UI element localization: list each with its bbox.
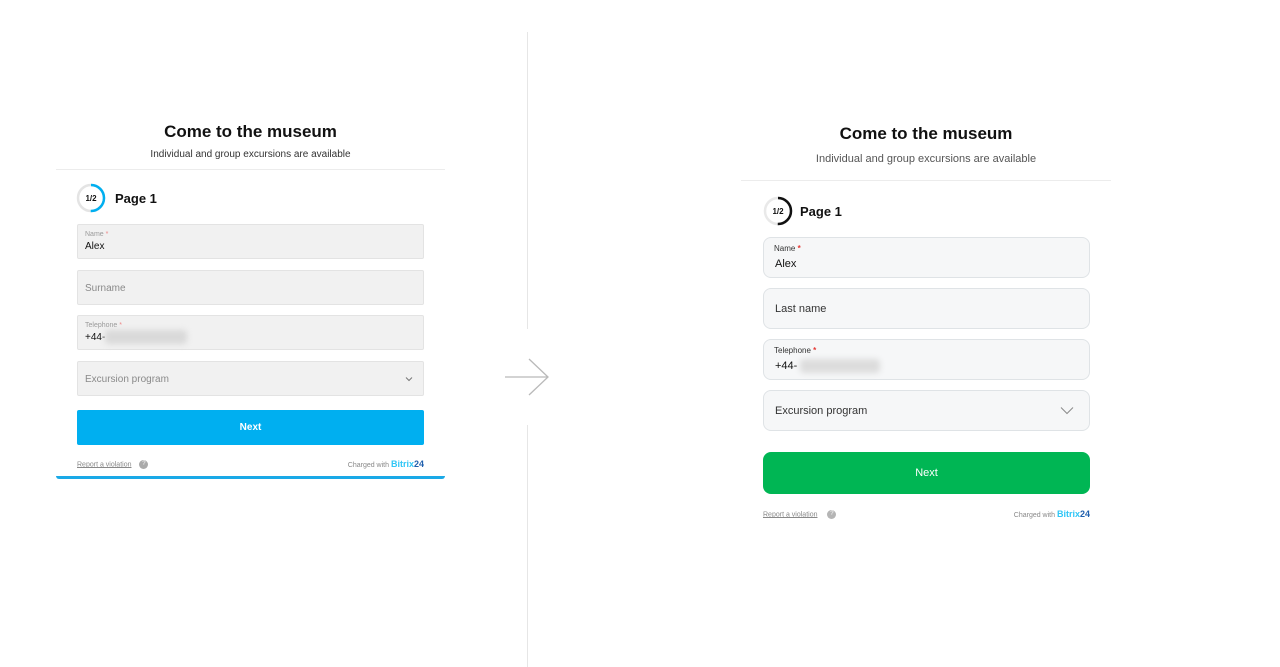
excursion-select[interactable]: Excursion program <box>77 361 424 396</box>
surname-placeholder: Surname <box>85 283 126 294</box>
new-form: Come to the museum Individual and group … <box>741 120 1111 519</box>
required-mark: * <box>813 346 817 355</box>
form-subtitle: Individual and group excursions are avai… <box>815 153 1037 165</box>
form-title: Come to the museum <box>164 122 337 141</box>
redacted-phone <box>800 359 880 373</box>
last-name-placeholder: Last name <box>775 303 827 315</box>
name-label: Name <box>85 231 104 238</box>
telephone-field[interactable]: Telephone * +44- <box>763 339 1090 380</box>
excursion-placeholder: Excursion program <box>85 374 169 385</box>
arrow-right-icon <box>505 358 549 396</box>
name-field[interactable]: Name * Alex <box>77 224 424 259</box>
page-label: Page 1 <box>800 203 842 219</box>
progress-ring-icon: 1/2 <box>76 183 106 213</box>
chevron-down-icon <box>405 377 413 382</box>
report-violation-link[interactable]: Report a violation <box>763 511 817 518</box>
charged-with: Charged with Bitrix24 <box>1014 509 1090 519</box>
telephone-label: Telephone <box>774 346 811 355</box>
page-fraction: 1/2 <box>85 194 97 203</box>
chevron-down-icon <box>1060 407 1074 415</box>
page-indicator: 1/2 Page 1 <box>76 183 157 213</box>
page-fraction: 1/2 <box>772 207 784 216</box>
name-value: Alex <box>775 258 797 270</box>
excursion-placeholder: Excursion program <box>775 405 868 417</box>
telephone-field[interactable]: Telephone * +44- <box>77 315 424 350</box>
old-form: Come to the museum Individual and group … <box>56 120 445 479</box>
page-label: Page 1 <box>115 190 157 206</box>
telephone-value: +44- <box>85 332 106 343</box>
excursion-select[interactable]: Excursion program <box>763 390 1090 431</box>
header-separator <box>741 180 1111 181</box>
bitrix-logo-number: 24 <box>1079 509 1090 519</box>
page-indicator: 1/2 Page 1 <box>763 196 842 226</box>
progress-ring-icon: 1/2 <box>763 196 793 226</box>
form-subtitle: Individual and group excursions are avai… <box>150 149 351 160</box>
help-icon[interactable]: ? <box>827 510 837 519</box>
required-mark: * <box>105 231 109 238</box>
charged-label: Charged with <box>1013 512 1056 519</box>
name-label: Name <box>774 244 796 253</box>
telephone-value: +44- <box>775 360 798 372</box>
bitrix-logo-part: Bitrix <box>390 459 414 469</box>
form-bottom-bar <box>56 476 445 479</box>
surname-field[interactable]: Surname <box>77 270 424 305</box>
next-button[interactable]: Next <box>77 410 424 445</box>
charged-label: Charged with <box>347 462 390 469</box>
last-name-field[interactable]: Last name <box>763 288 1090 329</box>
required-mark: * <box>797 244 801 253</box>
center-divider-top <box>527 32 528 329</box>
redacted-phone <box>105 330 187 344</box>
required-mark: * <box>119 322 122 329</box>
form-title: Come to the museum <box>839 124 1013 143</box>
center-divider-bottom <box>527 425 528 667</box>
report-violation-link[interactable]: Report a violation <box>77 461 131 468</box>
next-button[interactable]: Next <box>763 452 1090 494</box>
name-value: Alex <box>85 241 105 252</box>
charged-with: Charged with Bitrix24 <box>348 459 424 469</box>
bitrix-logo-part: Bitrix <box>1056 509 1080 519</box>
form-footer: Report a violation ? Charged with Bitrix… <box>77 459 424 469</box>
help-icon[interactable]: ? <box>139 460 149 469</box>
name-field[interactable]: Name * Alex <box>763 237 1090 278</box>
header-separator <box>56 169 445 170</box>
telephone-label: Telephone <box>85 322 118 329</box>
bitrix-logo-number: 24 <box>413 459 424 469</box>
form-footer: Report a violation ? Charged with Bitrix… <box>763 509 1090 519</box>
